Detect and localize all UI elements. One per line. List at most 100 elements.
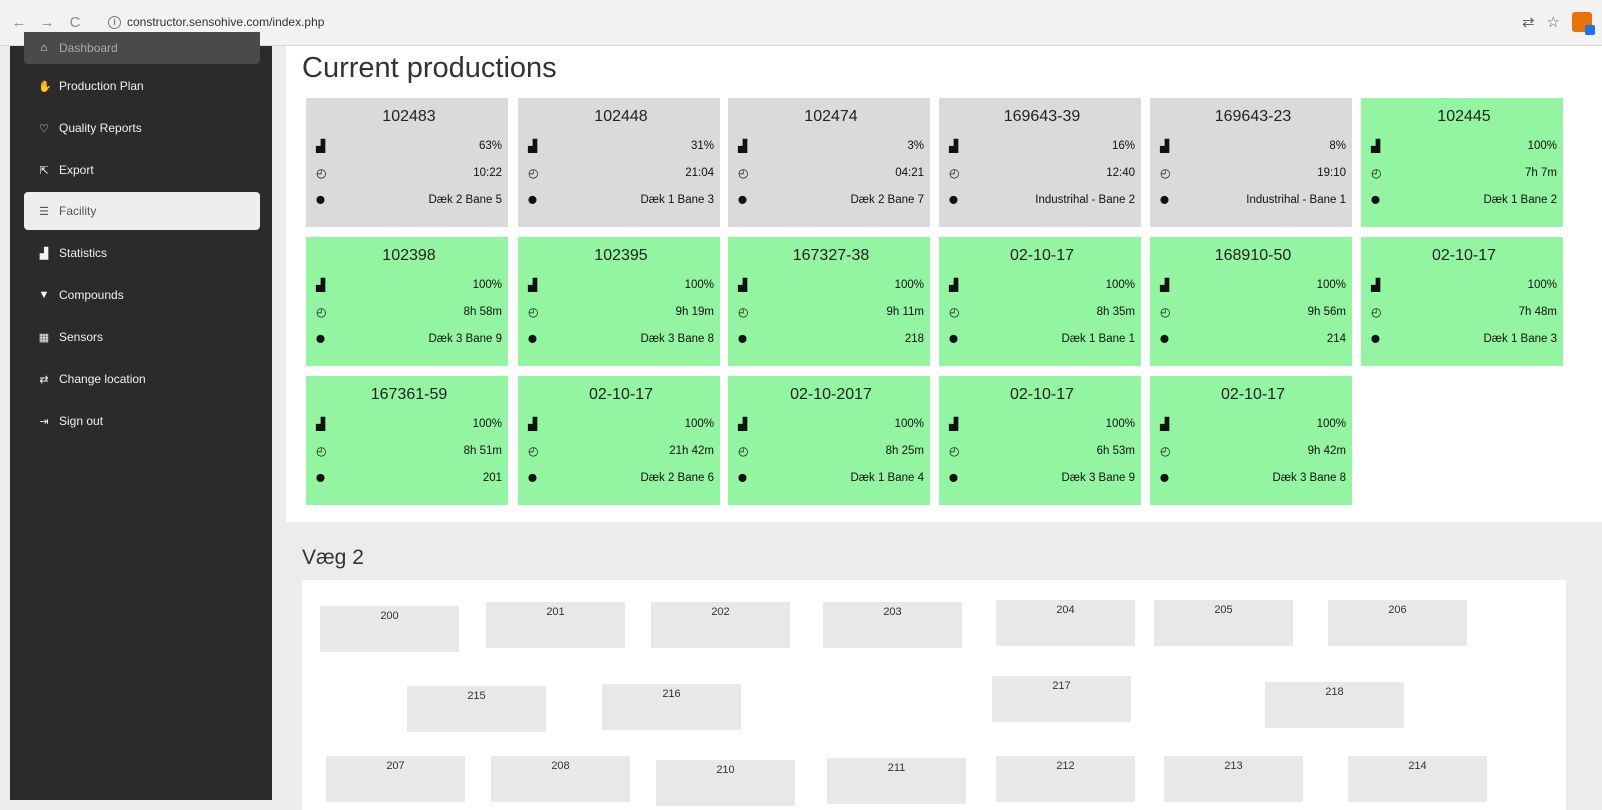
sidebar-item-dashboard[interactable]: ⌂ Dashboard: [24, 32, 260, 64]
lane-box[interactable]: 204: [996, 600, 1135, 646]
location-value: 214: [1326, 332, 1346, 345]
production-card[interactable]: 02-10-17 ▟ 100% ◴ 8h 35m ⬤ Dæk 1 Bane 1: [939, 237, 1141, 366]
time-value: 21h 42m: [669, 444, 714, 457]
sidebar-item-change-location[interactable]: ⇄ Change location: [24, 360, 260, 398]
production-card[interactable]: 168910-50 ▟ 100% ◴ 9h 56m ⬤ 214: [1150, 237, 1352, 366]
production-id: 02-10-17: [1220, 386, 1286, 403]
address-bar[interactable]: i constructor.sensohive.com/index.php: [108, 15, 324, 29]
sidebar-item-sensors[interactable]: ▦ Sensors: [24, 318, 260, 356]
filter-icon: ▼: [38, 289, 50, 301]
lane-box[interactable]: 207: [326, 756, 465, 802]
location-pin-icon: ⬤: [316, 195, 325, 204]
location-pin-icon: ⬤: [1160, 334, 1169, 343]
clock-icon: ◴: [738, 165, 749, 180]
export-icon: ⇱: [39, 164, 49, 177]
production-card[interactable]: 102398 ▟ 100% ◴ 8h 58m ⬤ Dæk 3 Bane 9: [306, 237, 508, 366]
lane-box[interactable]: 213: [1164, 756, 1303, 802]
production-card[interactable]: 167361-59 ▟ 100% ◴ 8h 51m ⬤ 201: [306, 376, 508, 505]
time-value: 8h 58m: [463, 305, 502, 318]
production-card[interactable]: 02-10-2017 ▟ 100% ◴ 8h 25m ⬤ Dæk 1 Bane 4: [728, 376, 930, 505]
lane-box[interactable]: 216: [602, 684, 741, 730]
clock-icon: ◴: [1371, 304, 1382, 319]
lane-box[interactable]: 210: [656, 760, 795, 806]
lane-box[interactable]: 214: [1348, 756, 1487, 802]
production-card[interactable]: 102474 ▟ 3% ◴ 04:21 ⬤ Dæk 2 Bane 7: [728, 98, 930, 227]
lane-box[interactable]: 202: [651, 602, 790, 648]
lane-box[interactable]: 212: [996, 756, 1135, 802]
extension-icon[interactable]: [1572, 12, 1595, 35]
info-icon[interactable]: i: [108, 15, 121, 29]
production-id: 102445: [1437, 108, 1491, 125]
production-card[interactable]: 02-10-17 ▟ 100% ◴ 6h 53m ⬤ Dæk 3 Bane 9: [939, 376, 1141, 505]
production-id: 02-10-17: [1009, 386, 1075, 403]
sidebar-item-statistics[interactable]: ▟ Statistics: [24, 234, 260, 272]
lane-box[interactable]: 218: [1265, 682, 1404, 728]
production-card[interactable]: 02-10-17 ▟ 100% ◴ 7h 48m ⬤ Dæk 1 Bane 3: [1361, 237, 1563, 366]
production-card[interactable]: 169643-23 ▟ 8% ◴ 19:10 ⬤ Industrihal - Bane 1: [1150, 98, 1352, 227]
forward-icon[interactable]: →: [38, 14, 56, 31]
lane-box[interactable]: 205: [1154, 600, 1293, 646]
production-id: 102398: [382, 247, 436, 264]
sidebar-item-facility[interactable]: ☰ Facility: [24, 192, 260, 230]
production-card[interactable]: 102445 ▟ 100% ◴ 7h 7m ⬤ Dæk 1 Bane 2: [1361, 98, 1563, 227]
sidebar-item-label: Statistics: [59, 246, 108, 260]
production-id: 169643-23: [1214, 108, 1292, 125]
sidebar-item-label: Quality Reports: [59, 121, 142, 135]
progress-value: 100%: [1105, 417, 1135, 430]
location-pin-icon: ⬤: [949, 334, 958, 343]
time-value: 7h 48m: [1518, 305, 1557, 318]
progress-icon: ▟: [738, 416, 748, 431]
location-value: Dæk 1 Bane 4: [850, 471, 924, 484]
lane-box[interactable]: 201: [486, 602, 625, 648]
time-value: 8h 51m: [463, 444, 502, 457]
production-card[interactable]: 167327-38 ▟ 100% ◴ 9h 11m ⬤ 218: [728, 237, 930, 366]
lane-box[interactable]: 208: [491, 756, 630, 802]
clock-icon: ◴: [528, 304, 539, 319]
sidebar-item-label: Production Plan: [59, 79, 144, 93]
time-value: 10:22: [473, 166, 502, 179]
clock-icon: ◴: [316, 443, 327, 458]
time-value: 19:10: [1317, 166, 1346, 179]
sidebar-item-quality-reports[interactable]: ♡ Quality Reports: [24, 109, 260, 147]
location-pin-icon: ⬤: [1371, 195, 1380, 204]
star-icon[interactable]: ☆: [1547, 13, 1560, 31]
lane-box[interactable]: 217: [992, 676, 1131, 722]
production-card[interactable]: 102395 ▟ 100% ◴ 9h 19m ⬤ Dæk 3 Bane 8: [518, 237, 720, 366]
sidebar-item-sign-out[interactable]: ⇥ Sign out: [24, 402, 260, 440]
location-value: Dæk 1 Bane 2: [1483, 193, 1557, 206]
progress-icon: ▟: [949, 138, 959, 153]
production-card[interactable]: 169643-39 ▟ 16% ◴ 12:40 ⬤ Industrihal - Bane 2: [939, 98, 1141, 227]
progress-value: 8%: [1329, 139, 1346, 152]
progress-value: 100%: [1527, 139, 1557, 152]
lane-box[interactable]: 211: [827, 758, 966, 804]
time-value: 9h 56m: [1307, 305, 1346, 318]
reload-icon[interactable]: C: [66, 14, 84, 31]
progress-icon: ▟: [1160, 416, 1170, 431]
location-pin-icon: ⬤: [738, 334, 747, 343]
location-value: Dæk 2 Bane 6: [640, 471, 714, 484]
production-card[interactable]: 02-10-17 ▟ 100% ◴ 21h 42m ⬤ Dæk 2 Bane 6: [518, 376, 720, 505]
location-pin-icon: ⬤: [528, 334, 537, 343]
lane-box[interactable]: 200: [320, 606, 459, 652]
wall-map: 200 201 202 203 204 205 206 215 216 217 218 207 208 2…: [302, 580, 1566, 810]
lane-box[interactable]: 215: [407, 686, 546, 732]
lane-box[interactable]: 203: [823, 602, 962, 648]
url-text[interactable]: constructor.sensohive.com/index.php: [127, 15, 324, 29]
location-pin-icon: ⬤: [1160, 473, 1169, 482]
sidebar: ⌂ Dashboard ✋ Production Plan ♡ Quality …: [10, 32, 272, 800]
production-card[interactable]: 102483 ▟ 63% ◴ 10:22 ⬤ Dæk 2 Bane 5: [306, 98, 508, 227]
progress-value: 100%: [1105, 278, 1135, 291]
progress-value: 100%: [684, 417, 714, 430]
progress-icon: ▟: [316, 277, 326, 292]
location-pin-icon: ⬤: [949, 195, 958, 204]
progress-icon: ▟: [949, 416, 959, 431]
lane-box[interactable]: 206: [1328, 600, 1467, 646]
sidebar-item-export[interactable]: ⇱ Export: [24, 151, 260, 189]
sidebar-item-production-plan[interactable]: ✋ Production Plan: [24, 67, 260, 105]
translate-icon[interactable]: ⇄: [1522, 13, 1535, 31]
back-icon[interactable]: ←: [10, 14, 28, 31]
sidebar-item-compounds[interactable]: ▼ Compounds: [24, 276, 260, 314]
progress-value: 100%: [684, 278, 714, 291]
production-card[interactable]: 02-10-17 ▟ 100% ◴ 9h 42m ⬤ Dæk 3 Bane 8: [1150, 376, 1352, 505]
production-card[interactable]: 102448 ▟ 31% ◴ 21:04 ⬤ Dæk 1 Bane 3: [518, 98, 720, 227]
